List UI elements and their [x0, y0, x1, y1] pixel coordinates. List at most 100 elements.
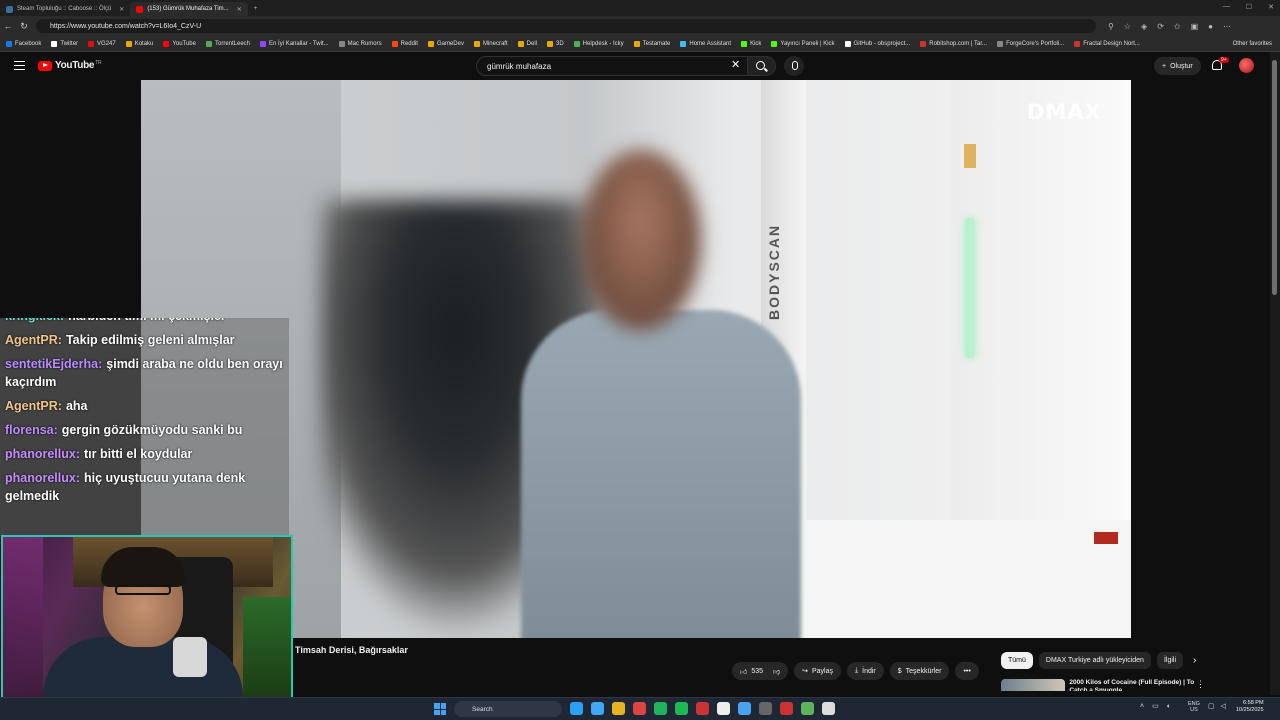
taskbar-app-icon[interactable]	[717, 702, 730, 715]
bookmark-item[interactable]: Facebook	[6, 40, 41, 47]
bookmark-item[interactable]: Testamate	[633, 40, 670, 47]
close-tab-icon[interactable]: ✕	[119, 6, 124, 13]
bookmark-item[interactable]: En İyi Kanallar - Twit...	[260, 40, 329, 47]
download-button[interactable]: ⤓ İndir	[847, 662, 884, 680]
windows-start-icon[interactable]	[434, 703, 446, 715]
bookmark-favicon-icon	[391, 40, 398, 47]
taskbar-app-icon[interactable]	[696, 702, 709, 715]
account-avatar[interactable]	[1239, 58, 1254, 73]
volume-icon[interactable]: ◁	[1221, 702, 1226, 710]
related-menu-icon[interactable]: ⋮	[1196, 679, 1205, 690]
related-video-item[interactable]: 2000 Kilos of Cocaine (Full Episode) | T…	[1001, 679, 1211, 691]
more-actions-button[interactable]: •••	[955, 662, 979, 680]
profile-icon[interactable]: ●	[1208, 22, 1213, 31]
star-icon[interactable]: ☆	[1124, 22, 1131, 31]
scrollbar-thumb[interactable]	[1272, 60, 1277, 295]
close-window-icon[interactable]: ✕	[1268, 3, 1274, 11]
thumbs-down-icon[interactable]: 👎︎	[773, 667, 780, 676]
related-video-title[interactable]: 2000 Kilos of Cocaine (Full Episode) | T…	[1069, 679, 1211, 691]
maximize-icon[interactable]: ☐	[1246, 3, 1252, 11]
taskbar-clock[interactable]: 6:58 PM 10/25/2025	[1236, 700, 1264, 714]
bookmark-item[interactable]: TorrentLeech	[205, 40, 250, 47]
new-tab-button[interactable]: +	[248, 2, 264, 16]
taskbar-app-icon[interactable]	[591, 702, 604, 715]
bookmark-item[interactable]: Twitter	[51, 40, 78, 47]
region-code: TR	[95, 59, 102, 66]
taskbar-app-icon[interactable]	[633, 702, 646, 715]
clear-search-icon[interactable]: ✕	[731, 60, 740, 71]
taskbar-app-icon[interactable]	[612, 702, 625, 715]
taskbar-app-icon[interactable]	[801, 702, 814, 715]
bookmark-item[interactable]: Helpdesk - Icky	[573, 40, 624, 47]
steam-favicon-icon	[6, 5, 13, 13]
tab-steam[interactable]: Steam Topluluğu :: Caboose :: Ölçü ✕	[0, 2, 130, 16]
tray-chevron-icon[interactable]: ˄	[1140, 703, 1144, 710]
bookmark-item[interactable]: Mac Rumors	[338, 40, 382, 47]
bookmark-item[interactable]: VG247	[88, 40, 116, 47]
favorites-icon[interactable]: ✩	[1174, 22, 1181, 31]
search-input[interactable]: gümrük muhafaza	[476, 56, 748, 76]
bookmark-item[interactable]: Home Assistant	[680, 40, 731, 47]
translate-icon[interactable]: ⚲	[1108, 22, 1114, 31]
collections-icon[interactable]: ▣	[1191, 22, 1199, 31]
taskbar-app-icon[interactable]	[654, 702, 667, 715]
minimize-icon[interactable]: —	[1223, 3, 1230, 11]
bookmark-label: Robitshop.com | Tar...	[929, 40, 988, 47]
search-button[interactable]	[748, 56, 776, 76]
bookmark-item[interactable]: Kick	[741, 40, 761, 47]
share-button[interactable]: ↪ Paylaş	[794, 662, 842, 680]
bookmark-item[interactable]: GameDev	[427, 40, 464, 47]
chip-related[interactable]: İlgili	[1156, 652, 1184, 669]
bookmark-favicon-icon	[427, 40, 434, 47]
bookmark-item[interactable]: Minecraft	[473, 40, 508, 47]
close-tab-icon[interactable]: ✕	[237, 6, 242, 13]
chat-message: phanorellux: hiç uyuştucuu yutana denk ge…	[5, 469, 284, 505]
like-button[interactable]: 👍︎ 535 👎︎	[732, 662, 789, 680]
taskbar-app-icon[interactable]	[675, 702, 688, 715]
other-favorites-folder[interactable]: Other favorites	[1233, 41, 1280, 47]
tab-youtube[interactable]: (153) Gümrük Muhafaza Tim... ✕	[130, 2, 248, 16]
related-thumbnail[interactable]	[1001, 679, 1066, 691]
warning-sticker	[964, 144, 976, 168]
taskbar-app-icon[interactable]	[780, 702, 793, 715]
taskbar-app-icon[interactable]	[822, 702, 835, 715]
bookmark-item[interactable]: Fractal Design Nort...	[1074, 40, 1140, 47]
tray-app-icon[interactable]: ◐	[1167, 703, 1171, 710]
extension-icon[interactable]: ◈	[1141, 22, 1147, 31]
network-icon[interactable]: ▢	[1208, 702, 1215, 710]
chip-uploader[interactable]: DMAX Turkiye adlı yükleyiciden	[1038, 652, 1151, 669]
extension-icons: ⚲ ☆ ◈ ⟳ ✩ ▣ ● ⋯	[1108, 22, 1231, 31]
create-button[interactable]: + Oluştur	[1154, 57, 1201, 75]
tray-app-icon[interactable]: ▭	[1152, 702, 1159, 710]
bookmark-item[interactable]: Reddit	[391, 40, 418, 47]
bookmark-item[interactable]: Dell	[517, 40, 537, 47]
bookmark-item[interactable]: YouTube	[163, 40, 196, 47]
chevron-right-icon[interactable]: ›	[1193, 655, 1196, 666]
back-icon[interactable]: ←	[0, 21, 16, 31]
bookmark-item[interactable]: 3D	[547, 40, 564, 47]
taskbar-search-box[interactable]: Search	[454, 701, 562, 717]
url-bar[interactable]: https://www.youtube.com/watch?v=L6Io4_Cz…	[36, 19, 1096, 33]
taskbar-app-icon[interactable]	[738, 702, 751, 715]
chat-message: kringkick: harbiden timi mi çekmişler	[5, 318, 284, 325]
bookmark-favicon-icon	[997, 40, 1004, 47]
menu-hamburger-icon[interactable]	[14, 61, 25, 70]
reload-icon[interactable]: ↻	[16, 21, 32, 32]
bookmark-item[interactable]: Yayıncı Paneli | Kick	[771, 40, 835, 47]
thanks-button[interactable]: $ Teşekkürler	[889, 662, 950, 680]
bookmark-item[interactable]: ForgeCore's Portfoli...	[997, 40, 1064, 47]
chat-username: AgentPR:	[5, 399, 62, 413]
url-text: https://www.youtube.com/watch?v=L6Io4_Cz…	[50, 22, 202, 30]
chip-all[interactable]: Tümü	[1001, 652, 1033, 669]
refresh-icon[interactable]: ⟳	[1157, 22, 1164, 31]
youtube-logo[interactable]: YouTube TR	[38, 59, 102, 71]
bookmark-item[interactable]: Kotaku	[125, 40, 153, 47]
menu-icon[interactable]: ⋯	[1223, 22, 1231, 31]
taskbar-app-icon[interactable]	[759, 702, 772, 715]
voice-search-mic-icon[interactable]	[784, 56, 804, 76]
bookmark-favicon-icon	[517, 40, 524, 47]
taskbar-app-icon[interactable]	[570, 702, 583, 715]
input-language[interactable]: ENG US	[1188, 701, 1200, 713]
bookmark-item[interactable]: GitHub - obsproject...	[844, 40, 910, 47]
bookmark-item[interactable]: Robitshop.com | Tar...	[920, 40, 988, 47]
